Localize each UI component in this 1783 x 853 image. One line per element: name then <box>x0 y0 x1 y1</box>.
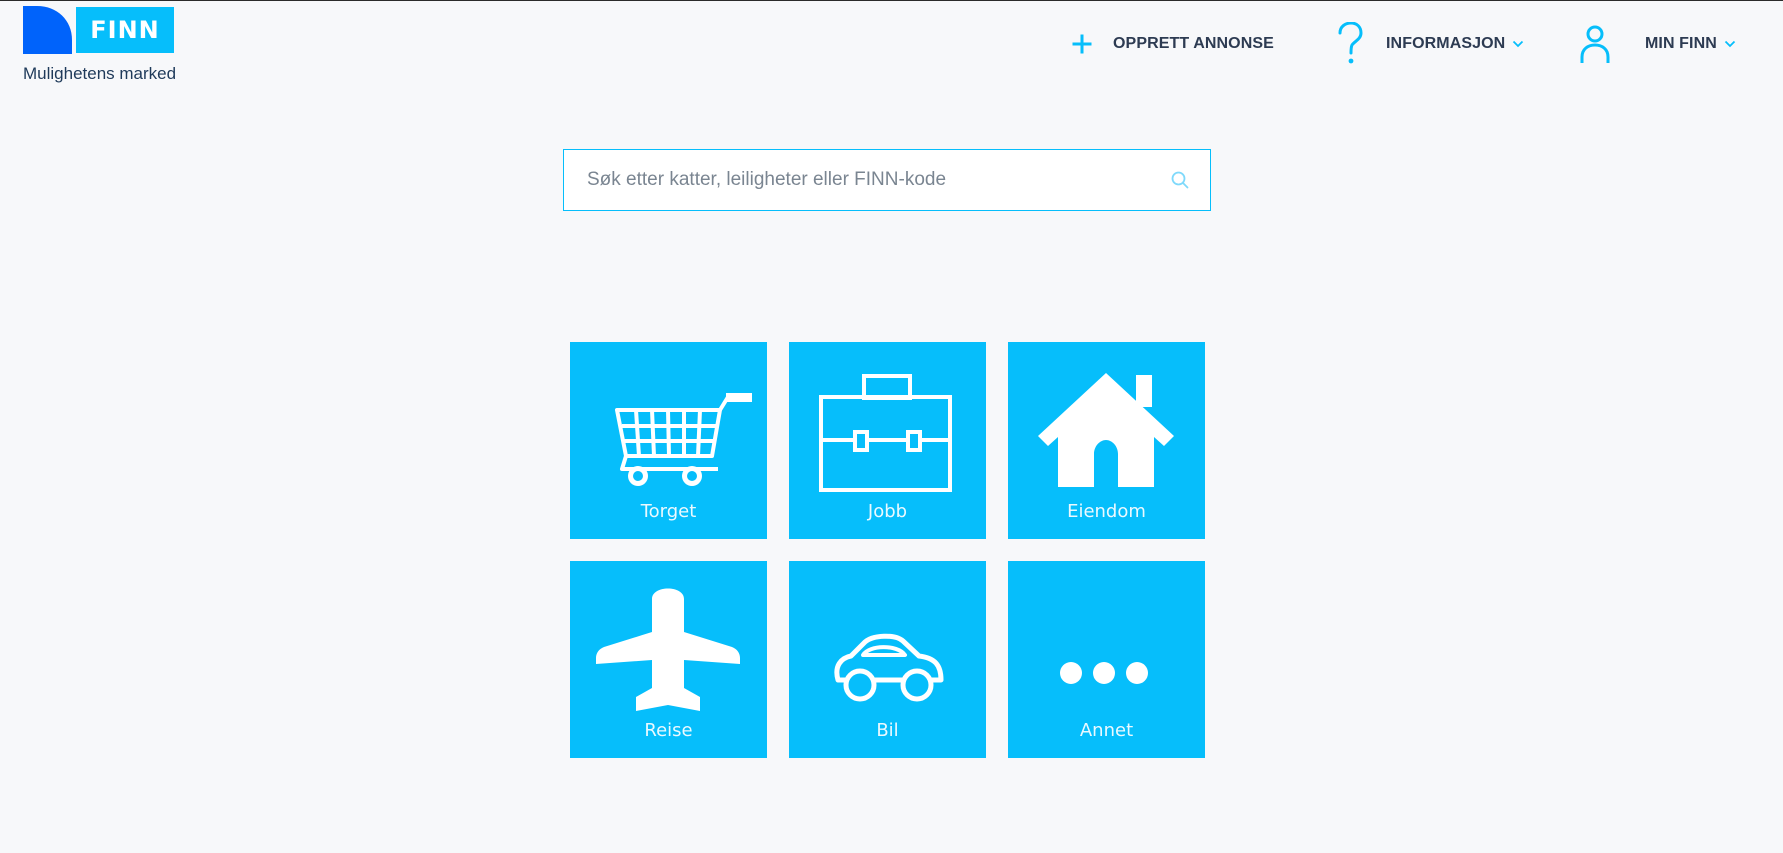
search-input[interactable] <box>564 150 1147 210</box>
chevron-down-icon <box>1513 40 1524 48</box>
tile-label: Annet <box>1079 720 1134 741</box>
category-eiendom[interactable]: Eiendom <box>1008 342 1205 539</box>
user-icon <box>1580 24 1610 64</box>
logo-shape-icon <box>23 6 72 54</box>
plus-icon <box>1072 34 1092 54</box>
tile-label: Bil <box>876 720 899 741</box>
create-ad-link[interactable]: OPPRETT ANNONSE <box>1072 1 1274 87</box>
logo-text: FINN <box>76 7 174 53</box>
category-annet[interactable]: Annet <box>1008 561 1205 758</box>
category-reise[interactable]: Reise <box>570 561 767 758</box>
chevron-down-icon <box>1724 40 1736 48</box>
finn-logo[interactable]: FINN <box>23 6 174 54</box>
category-grid: Torget Jobb Eiendom Reise Bil Annet <box>570 342 1205 758</box>
category-bil[interactable]: Bil <box>789 561 986 758</box>
category-jobb[interactable]: Jobb <box>789 342 986 539</box>
tagline: Mulighetens marked <box>23 64 177 83</box>
search-box <box>563 149 1211 211</box>
tile-label: Torget <box>640 501 697 522</box>
tile-label: Reise <box>644 720 693 741</box>
tile-label: Jobb <box>867 501 908 522</box>
information-menu[interactable]: INFORMASJON <box>1336 1 1524 87</box>
question-icon <box>1336 22 1364 66</box>
tile-label: Eiendom <box>1067 501 1146 522</box>
create-ad-label: OPPRETT ANNONSE <box>1113 35 1274 52</box>
min-finn-label: MIN FINN <box>1645 35 1717 52</box>
category-torget[interactable]: Torget <box>570 342 767 539</box>
information-label: INFORMASJON <box>1386 35 1506 52</box>
min-finn-menu[interactable]: MIN FINN <box>1580 1 1736 87</box>
search-icon[interactable] <box>1170 170 1190 190</box>
